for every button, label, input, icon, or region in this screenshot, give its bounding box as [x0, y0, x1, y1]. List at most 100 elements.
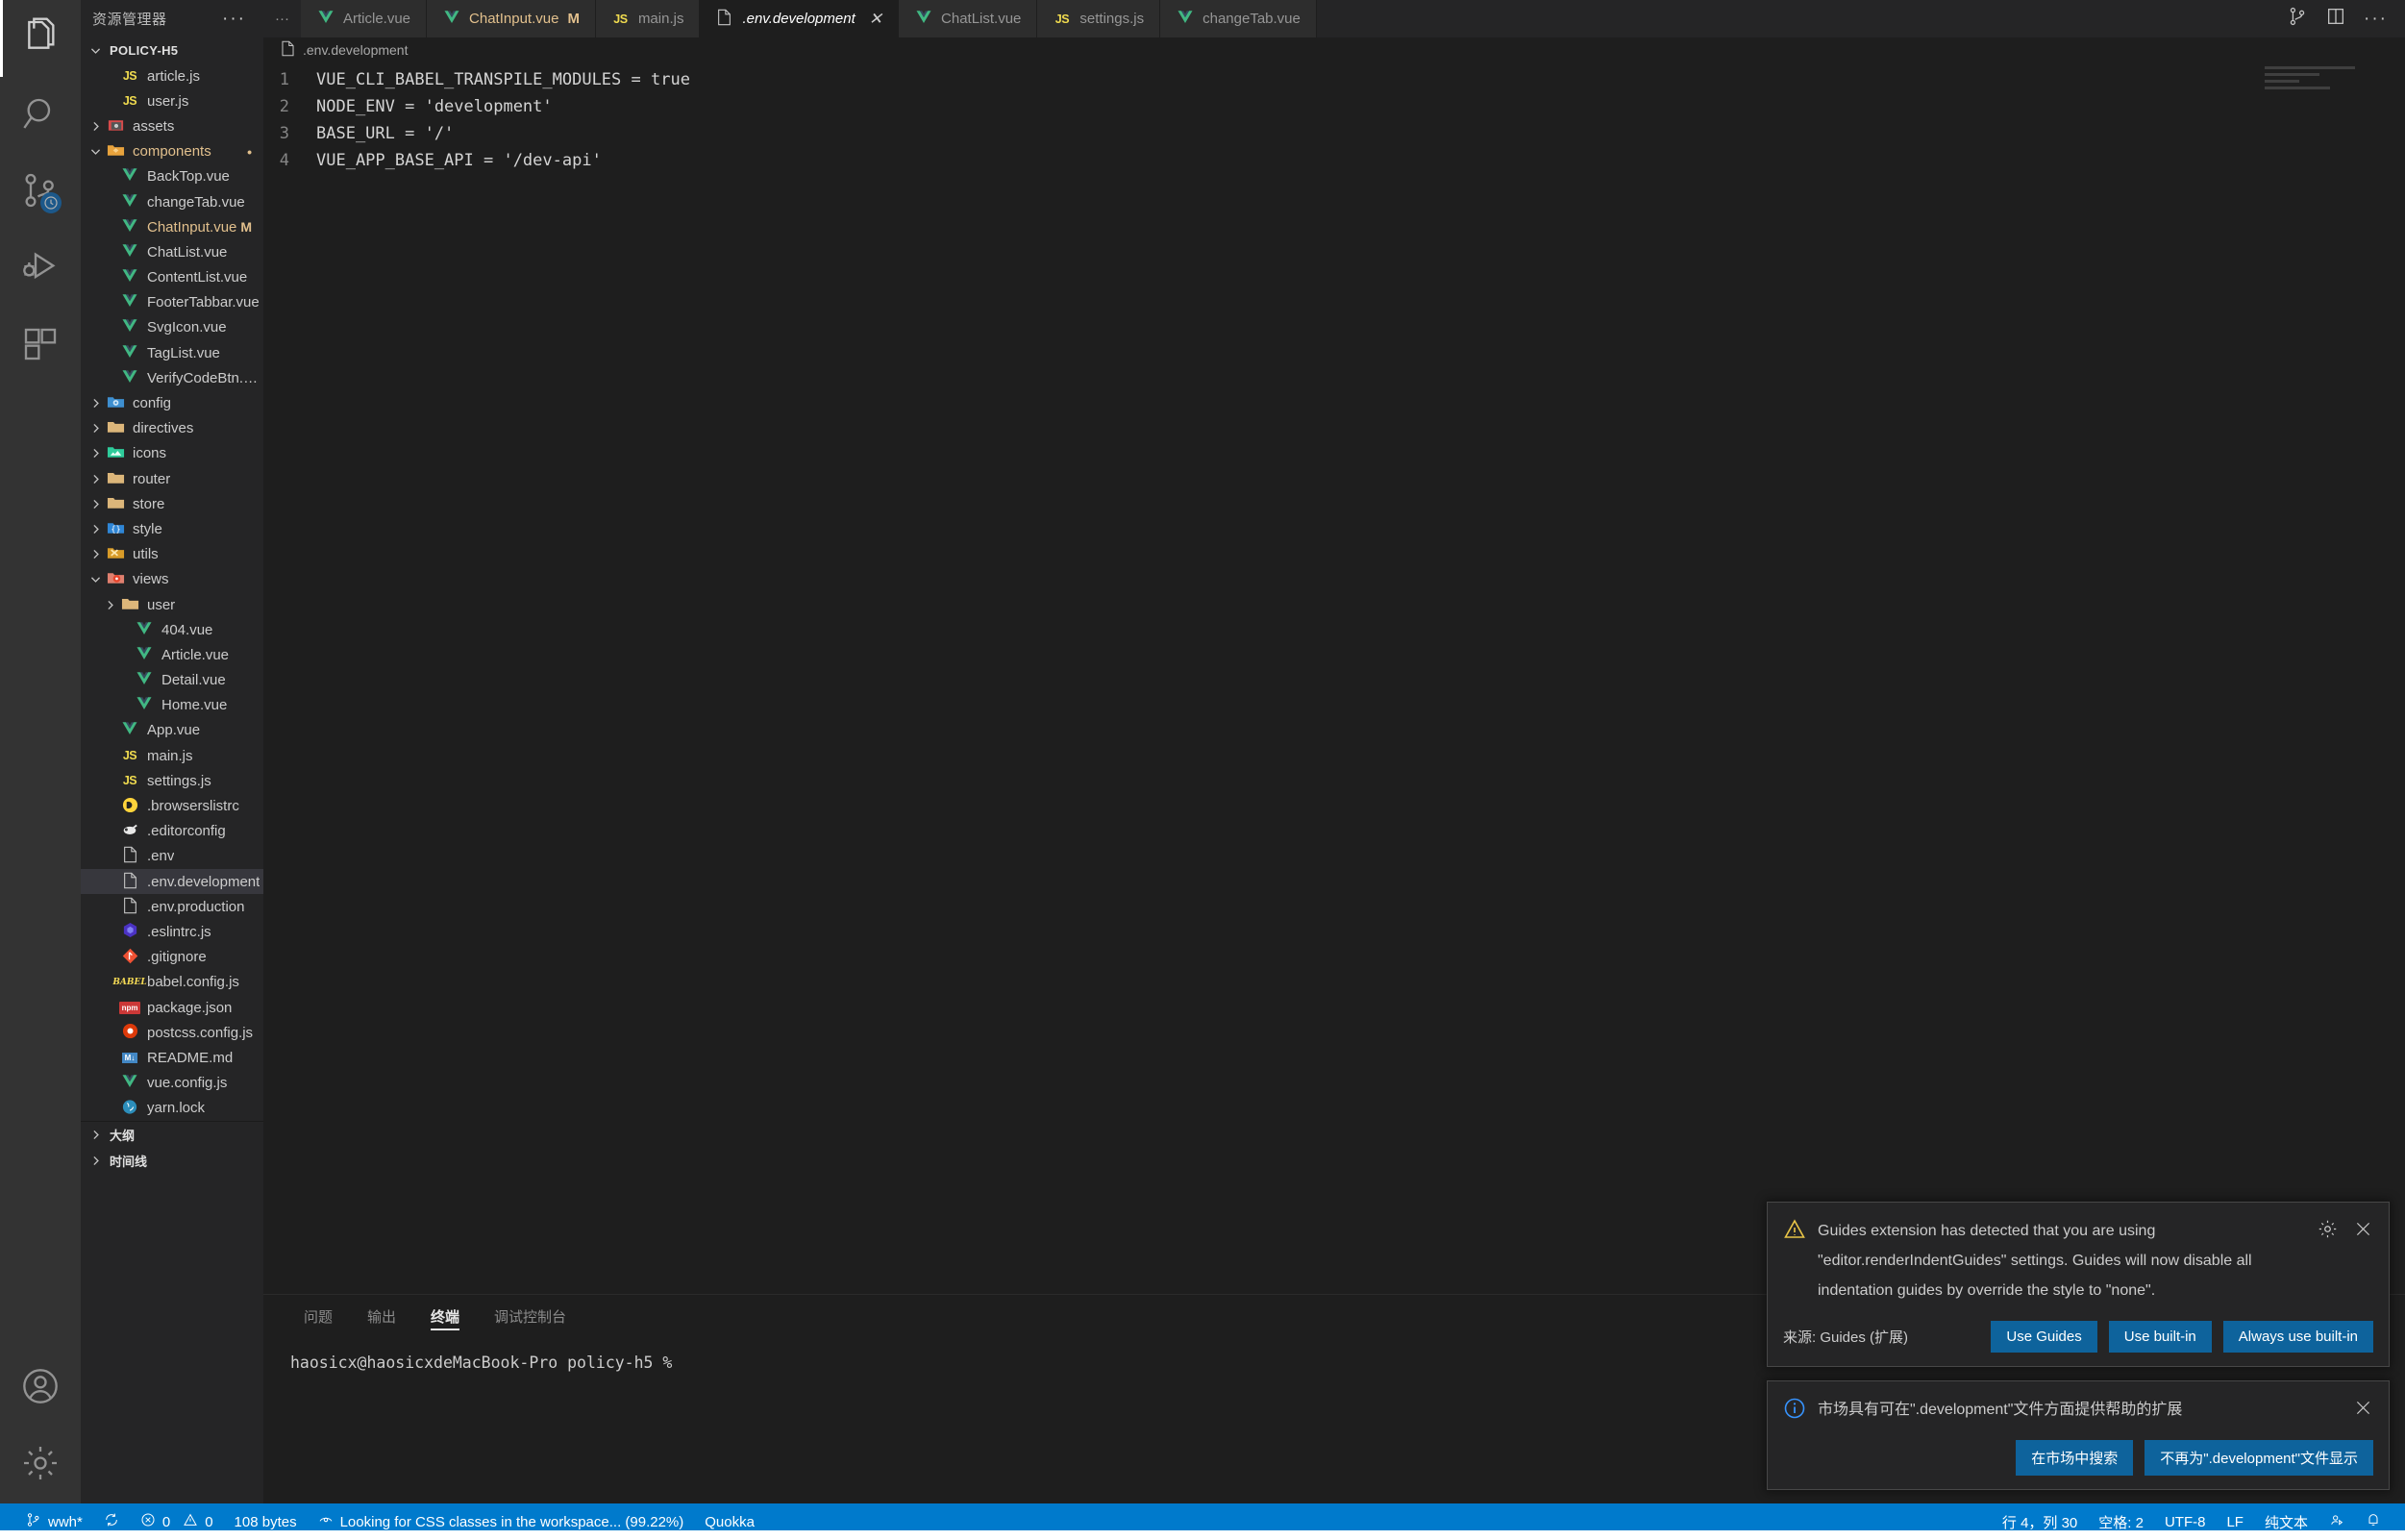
status-css-scan[interactable]: Looking for CSS classes in the workspace…: [308, 1503, 695, 1540]
chevron-right-icon[interactable]: [87, 444, 105, 462]
tree-item-article-vue[interactable]: Article.vue: [81, 642, 263, 667]
tree-item-icons[interactable]: icons: [81, 441, 263, 466]
tree-item-views[interactable]: views: [81, 567, 263, 592]
activity-item-run-debug[interactable]: [0, 231, 81, 308]
tree-item-changetab-vue[interactable]: changeTab.vue: [81, 189, 263, 214]
tree-item-404-vue[interactable]: 404.vue: [81, 617, 263, 642]
tree-item-chatinput-vue[interactable]: ChatInput.vue M: [81, 214, 263, 239]
tree-item-vue-config-js[interactable]: vue.config.js: [81, 1071, 263, 1096]
tree-item-taglist-vue[interactable]: TagList.vue: [81, 340, 263, 365]
tree-item-main-js[interactable]: JS main.js: [81, 743, 263, 768]
split-editor-icon[interactable]: [2287, 6, 2308, 32]
tree-item-babel-config-js[interactable]: BABEL babel.config.js: [81, 970, 263, 995]
tree-item-assets[interactable]: assets: [81, 113, 263, 138]
editor-tab-article-vue[interactable]: Article.vue: [301, 0, 428, 37]
status-quokka[interactable]: Quokka: [694, 1503, 765, 1540]
tree-item-gitignore[interactable]: .gitignore: [81, 945, 263, 970]
chevron-right-icon[interactable]: [87, 470, 105, 488]
editor-tab-settings-js[interactable]: JS settings.js: [1037, 0, 1161, 37]
tree-item-env-development[interactable]: .env.development: [81, 869, 263, 895]
tree-item-user[interactable]: user: [81, 592, 263, 617]
activity-item-explorer[interactable]: [0, 0, 81, 77]
outline-section[interactable]: 大纲: [81, 1120, 263, 1148]
gear-icon[interactable]: [2318, 1219, 2338, 1244]
tree-item-editorconfig[interactable]: .editorconfig: [81, 819, 263, 844]
tree-item-env-production[interactable]: .env.production: [81, 894, 263, 919]
tree-item-env[interactable]: .env: [81, 844, 263, 869]
panel-tab-2[interactable]: 终端: [417, 1295, 473, 1338]
tree-item-utils[interactable]: utils: [81, 542, 263, 567]
close-icon[interactable]: [2353, 1398, 2373, 1423]
timeline-section[interactable]: 时间线: [81, 1148, 263, 1174]
status-sync[interactable]: [93, 1503, 130, 1540]
panel-tab-3[interactable]: 调试控制台: [481, 1295, 580, 1338]
chevron-right-icon[interactable]: [87, 495, 105, 513]
always-use-builtin-button[interactable]: Always use built-in: [2222, 1321, 2373, 1353]
chevron-right-icon[interactable]: [87, 419, 105, 437]
chevron-right-icon[interactable]: [87, 394, 105, 412]
activity-item-source-control[interactable]: [0, 154, 81, 231]
tree-item-store[interactable]: store: [81, 491, 263, 516]
use-builtin-button[interactable]: Use built-in: [2108, 1321, 2212, 1353]
status-branch[interactable]: wwh*: [15, 1503, 93, 1540]
editor-tab-env-development[interactable]: .env.development ✕: [700, 0, 900, 37]
activity-item-manage[interactable]: [0, 1427, 81, 1503]
sidebar-more-actions-icon[interactable]: ···: [222, 10, 246, 28]
editor-text-area[interactable]: 1 VUE_CLI_BABEL_TRANSPILE_MODULES = true 2…: [263, 62, 2405, 1294]
activity-item-search[interactable]: [0, 77, 81, 154]
tree-item-contentlist-vue[interactable]: ContentList.vue: [81, 265, 263, 290]
tree-item-detail-vue[interactable]: Detail.vue: [81, 668, 263, 693]
chevron-right-icon[interactable]: [87, 545, 105, 563]
minimap[interactable]: [2265, 66, 2390, 99]
open-changes-icon[interactable]: [2325, 6, 2346, 32]
editor-tab-changetab-vue[interactable]: changeTab.vue: [1160, 0, 1317, 37]
status-encoding[interactable]: UTF-8: [2154, 1503, 2217, 1540]
chevron-right-icon[interactable]: [87, 520, 105, 538]
guides-extension-notification[interactable]: Guides extension has detected that you a…: [1767, 1202, 2390, 1367]
tree-item-postcss-config-js[interactable]: postcss.config.js: [81, 1020, 263, 1045]
status-notifications-bell[interactable]: [2355, 1503, 2392, 1540]
chevron-down-icon[interactable]: [87, 142, 105, 161]
tree-item-chatlist-vue[interactable]: ChatList.vue: [81, 239, 263, 264]
tree-item-settings-js[interactable]: JS settings.js: [81, 768, 263, 793]
line-text[interactable]: VUE_APP_BASE_API = '/dev-api': [316, 147, 602, 174]
panel-tab-1[interactable]: 输出: [354, 1295, 409, 1338]
line-text[interactable]: VUE_CLI_BABEL_TRANSPILE_MODULES = true: [316, 66, 690, 93]
tree-item-directives[interactable]: directives: [81, 416, 263, 441]
tabs-overflow-indicator[interactable]: ···: [263, 0, 301, 37]
tree-item-style[interactable]: {} style: [81, 516, 263, 541]
status-language-mode[interactable]: 纯文本: [2254, 1503, 2318, 1540]
tree-item-config[interactable]: config: [81, 390, 263, 415]
status-cursor-position[interactable]: 行 4，列 30: [1992, 1503, 2088, 1540]
activity-item-extensions[interactable]: [0, 308, 81, 385]
editor-tab-main-js[interactable]: JS main.js: [595, 0, 701, 37]
tree-item-eslintrc-js[interactable]: .eslintrc.js: [81, 919, 263, 944]
status-live-share[interactable]: [2318, 1503, 2355, 1540]
activity-item-accounts[interactable]: [0, 1350, 81, 1427]
editor-tab-chatinput-vue[interactable]: ChatInput.vue M: [427, 0, 596, 37]
tree-item-yarn-lock[interactable]: yarn.lock: [81, 1096, 263, 1121]
tree-item-footertabbar-vue[interactable]: FooterTabbar.vue: [81, 290, 263, 315]
use-guides-button[interactable]: Use Guides: [1991, 1321, 2097, 1353]
close-icon[interactable]: ✕: [869, 11, 882, 27]
tree-item-home-vue[interactable]: Home.vue: [81, 693, 263, 718]
tree-item-package-json[interactable]: npm package.json: [81, 995, 263, 1020]
file-tree[interactable]: POLICY-H5 JS article.js JS user.js assets com…: [81, 37, 263, 1503]
editor-tab-chatlist-vue[interactable]: ChatList.vue: [899, 0, 1038, 37]
dont-show-again-button[interactable]: 不再为".development"文件显示: [2145, 1440, 2373, 1476]
status-indentation[interactable]: 空格: 2: [2088, 1503, 2154, 1540]
tree-item-svgicon-vue[interactable]: SvgIcon.vue: [81, 315, 263, 340]
chevron-right-icon[interactable]: [101, 596, 119, 614]
tree-item-verifycodebtn-vue[interactable]: VerifyCodeBtn.vue: [81, 365, 263, 390]
tree-item-components[interactable]: components •: [81, 139, 263, 164]
tree-item-browserslistrc[interactable]: .browserslistrc: [81, 793, 263, 818]
status-file-size[interactable]: 108 bytes: [224, 1503, 308, 1540]
tree-item-article-js[interactable]: JS article.js: [81, 63, 263, 88]
close-icon[interactable]: [2353, 1219, 2373, 1244]
more-actions-icon[interactable]: ···: [2364, 10, 2388, 28]
tree-item-router[interactable]: router: [81, 466, 263, 491]
chevron-right-icon[interactable]: [87, 117, 105, 136]
marketplace-notification[interactable]: 市场具有可在".development"文件方面提供帮助的扩展 在市场中搜索 不…: [1767, 1380, 2390, 1490]
line-text[interactable]: BASE_URL = '/': [316, 120, 454, 147]
status-problems[interactable]: 0 0: [130, 1503, 224, 1540]
